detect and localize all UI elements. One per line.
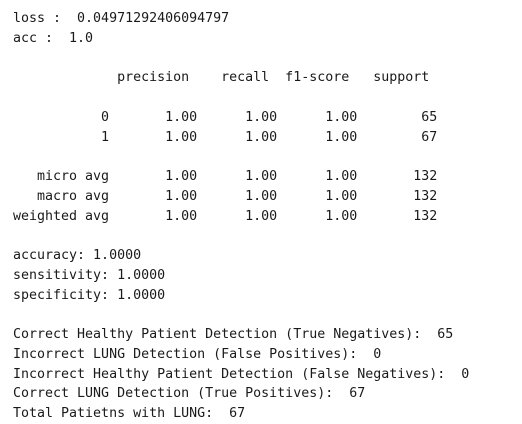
true-positives-line: Correct LUNG Detection (True Positives):… (13, 386, 366, 402)
true-negatives-line: Correct Healthy Patient Detection (True … (13, 327, 454, 342)
report-header-line: precision recall f1-score support (13, 70, 430, 86)
class-1-row: 1 1.00 1.00 1.00 67 (13, 129, 438, 145)
macro-avg-row: macro avg 1.00 1.00 1.00 132 (13, 188, 438, 204)
total-lung-line: Total Patietns with LUNG: 67 (13, 406, 246, 421)
weighted-avg-row: weighted avg 1.00 1.00 1.00 132 (13, 208, 438, 224)
micro-avg-row: micro avg 1.00 1.00 1.00 132 (13, 169, 438, 184)
accuracy-line: acc : 1.0 (13, 30, 94, 46)
class-0-row: 0 1.00 1.00 1.00 65 (13, 109, 438, 125)
console-output: loss : 0.04971292406094797 acc : 1.0 prec… (13, 9, 469, 424)
false-positives-line: Incorrect LUNG Detection (False Positive… (13, 346, 382, 362)
specificity-metric-line: specificity: 1.0000 (13, 287, 166, 303)
sensitivity-metric-line: sensitivity: 1.0000 (13, 267, 166, 283)
accuracy-metric-line: accuracy: 1.0000 (13, 248, 142, 263)
loss-line: loss : 0.04971292406094797 (13, 11, 230, 26)
false-negatives-line: Incorrect Healthy Patient Detection (Fal… (13, 366, 470, 382)
